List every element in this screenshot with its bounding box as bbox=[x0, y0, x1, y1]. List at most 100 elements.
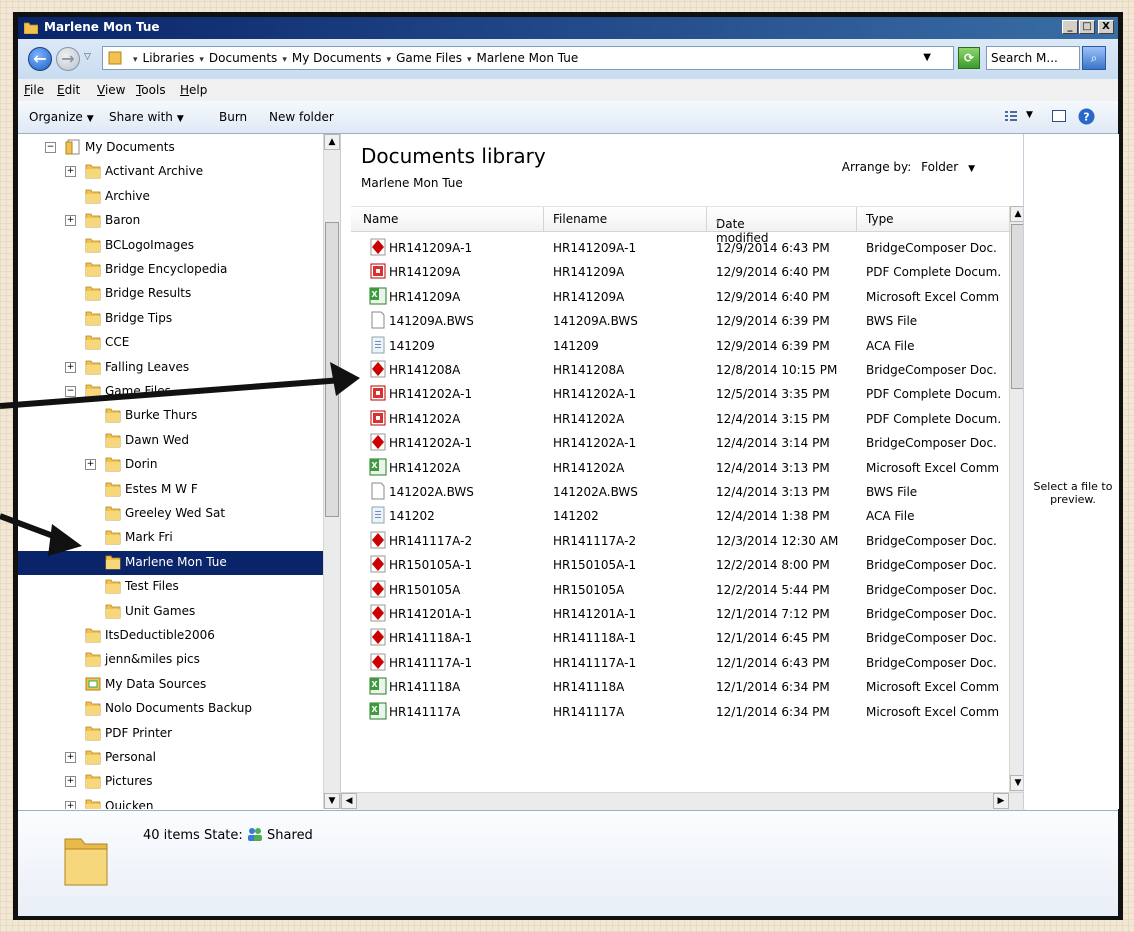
address-dropdown-arrow[interactable]: ▼ bbox=[923, 52, 931, 63]
close-button[interactable]: X bbox=[1098, 20, 1114, 34]
file-row[interactable]: HR141117A-1 HR141117A-1 12/1/2014 6:43 PM B… bbox=[351, 651, 1009, 675]
nav-item-bridge-results[interactable]: Bridge Results bbox=[18, 282, 323, 306]
maximize-button[interactable]: □ bbox=[1079, 20, 1095, 34]
nav-item-test-files[interactable]: Test Files bbox=[18, 575, 323, 599]
file-row[interactable]: 141202A.BWS 141202A.BWS 12/4/2014 3:13 PM B… bbox=[351, 480, 1009, 504]
scroll-left-arrow[interactable]: ◀ bbox=[341, 793, 357, 809]
expand-icon[interactable]: + bbox=[65, 215, 76, 227]
minimize-button[interactable]: _ bbox=[1062, 20, 1078, 34]
breadcrumb-separator-icon[interactable]: ▾ bbox=[467, 55, 472, 65]
nav-item-archive[interactable]: Archive bbox=[18, 185, 323, 209]
breadcrumb-item[interactable]: Libraries bbox=[143, 51, 195, 65]
expand-icon[interactable]: + bbox=[65, 361, 76, 373]
column-header-filename[interactable]: Filename bbox=[553, 212, 607, 226]
back-button[interactable]: ← bbox=[28, 47, 52, 71]
navigation-scrollbar[interactable]: ▲ ▼ bbox=[323, 134, 340, 809]
view-options-icon[interactable] bbox=[1003, 108, 1019, 124]
nav-item-baron[interactable]: + Baron bbox=[18, 209, 323, 233]
file-row[interactable]: X HR141118A HR141118A 12/1/2014 6:34 PM Micr… bbox=[351, 675, 1009, 699]
file-row[interactable]: HR141117A-2 HR141117A-2 12/3/2014 12:30 AM… bbox=[351, 529, 1009, 553]
scroll-up-arrow[interactable]: ▲ bbox=[324, 134, 340, 150]
nav-item-pictures[interactable]: + Pictures bbox=[18, 770, 323, 794]
file-row[interactable]: 141209A.BWS 141209A.BWS 12/9/2014 6:39 PM B… bbox=[351, 309, 1009, 333]
nav-item-bclogoimages[interactable]: BCLogoImages bbox=[18, 234, 323, 258]
preview-pane-icon[interactable] bbox=[1051, 108, 1067, 124]
arrange-by-control[interactable]: Arrange by: Folder ▼ bbox=[842, 160, 975, 174]
collapse-icon[interactable]: − bbox=[65, 386, 76, 397]
column-header-type[interactable]: Type bbox=[866, 212, 894, 226]
file-row[interactable]: HR141208A HR141208A 12/8/2014 10:15 PM Brid… bbox=[351, 358, 1009, 382]
refresh-button[interactable]: ⟳ bbox=[958, 47, 980, 69]
nav-item-cce[interactable]: CCE bbox=[18, 331, 323, 355]
title-bar[interactable]: Marlene Mon Tue _ □ X bbox=[18, 17, 1118, 39]
nav-item-bridge-tips[interactable]: Bridge Tips bbox=[18, 307, 323, 331]
organize-button[interactable]: Organize ▼ bbox=[29, 110, 94, 124]
expand-icon[interactable]: + bbox=[65, 776, 76, 788]
nav-item-dorin[interactable]: + Dorin bbox=[18, 453, 323, 477]
menu-tools[interactable]: Tools bbox=[136, 83, 166, 97]
breadcrumb-separator-icon[interactable]: ▾ bbox=[133, 55, 138, 65]
help-icon[interactable]: ? bbox=[1078, 108, 1095, 125]
file-row[interactable]: HR150105A HR150105A 12/2/2014 5:44 PM Bridg… bbox=[351, 578, 1009, 602]
file-row[interactable]: HR141209A-1 HR141209A-1 12/9/2014 6:43 PM B… bbox=[351, 236, 1009, 260]
expand-icon[interactable]: + bbox=[65, 800, 76, 809]
file-row[interactable]: X HR141202A HR141202A 12/4/2014 3:13 PM Micr… bbox=[351, 456, 1009, 480]
breadcrumb-separator-icon[interactable]: ▾ bbox=[282, 55, 287, 65]
horizontal-scrollbar[interactable]: ◀ ▶ bbox=[341, 792, 1026, 810]
nav-item-quicken[interactable]: + Quicken bbox=[18, 795, 323, 809]
menu-edit[interactable]: Edit bbox=[57, 83, 80, 97]
file-row[interactable]: HR141202A-1 HR141202A-1 12/4/2014 3:14 PM B… bbox=[351, 431, 1009, 455]
breadcrumb-item[interactable]: Marlene Mon Tue bbox=[476, 51, 578, 65]
address-field[interactable]: ▾ Libraries ▾ Documents ▾ My Documents ▾ Game F… bbox=[102, 46, 954, 70]
file-row[interactable]: HR141202A HR141202A 12/4/2014 3:15 PM PDF C… bbox=[351, 407, 1009, 431]
file-row[interactable]: X HR141209A HR141209A 12/9/2014 6:40 PM Micr… bbox=[351, 285, 1009, 309]
nav-item-dawn-wed[interactable]: Dawn Wed bbox=[18, 429, 323, 453]
breadcrumb-separator-icon[interactable]: ▾ bbox=[387, 55, 392, 65]
breadcrumb-item[interactable]: My Documents bbox=[292, 51, 382, 65]
burn-button[interactable]: Burn bbox=[219, 110, 247, 124]
scroll-thumb[interactable] bbox=[325, 222, 339, 517]
file-row[interactable]: 141202 141202 12/4/2014 1:38 PM ACA File bbox=[351, 504, 1009, 528]
nav-item-activant-archive[interactable]: + Activant Archive bbox=[18, 160, 323, 184]
nav-item-bridge-encyclopedia[interactable]: Bridge Encyclopedia bbox=[18, 258, 323, 282]
nav-item-my-documents[interactable]: − My Documents bbox=[18, 136, 323, 160]
expand-icon[interactable]: + bbox=[65, 166, 76, 178]
recent-pages-dropdown[interactable]: ▽ bbox=[84, 52, 91, 62]
breadcrumb-item[interactable]: Game Files bbox=[396, 51, 462, 65]
nav-item-falling-leaves[interactable]: + Falling Leaves bbox=[18, 356, 323, 380]
scroll-right-arrow[interactable]: ▶ bbox=[993, 793, 1009, 809]
breadcrumb-separator-icon[interactable]: ▾ bbox=[199, 55, 204, 65]
new-folder-button[interactable]: New folder bbox=[269, 110, 334, 124]
collapse-icon[interactable]: − bbox=[45, 142, 56, 153]
file-row[interactable]: X HR141117A HR141117A 12/1/2014 6:34 PM Micr… bbox=[351, 700, 1009, 724]
file-row[interactable]: HR150105A-1 HR150105A-1 12/2/2014 8:00 PM B… bbox=[351, 553, 1009, 577]
nav-item-mark-fri[interactable]: Mark Fri bbox=[18, 526, 323, 550]
file-row[interactable]: HR141118A-1 HR141118A-1 12/1/2014 6:45 PM B… bbox=[351, 626, 1009, 650]
nav-item-personal[interactable]: + Personal bbox=[18, 746, 323, 770]
nav-item-pdf-printer[interactable]: PDF Printer bbox=[18, 722, 323, 746]
menu-file[interactable]: File bbox=[24, 83, 44, 97]
file-row[interactable]: HR141209A HR141209A 12/9/2014 6:40 PM PDF C… bbox=[351, 260, 1009, 284]
expand-icon[interactable]: + bbox=[65, 752, 76, 763]
expand-icon[interactable]: + bbox=[85, 459, 96, 471]
file-row[interactable]: HR141201A-1 HR141201A-1 12/1/2014 7:12 PM B… bbox=[351, 602, 1009, 626]
chevron-down-icon[interactable]: ▼ bbox=[1026, 110, 1033, 120]
file-row[interactable]: 141209 141209 12/9/2014 6:39 PM ACA File bbox=[351, 334, 1009, 358]
nav-item-itsdeductible2006[interactable]: ItsDeductible2006 bbox=[18, 624, 323, 648]
forward-button[interactable]: → bbox=[56, 47, 80, 71]
nav-item-estes-m-w-f[interactable]: Estes M W F bbox=[18, 478, 323, 502]
share-with-button[interactable]: Share with ▼ bbox=[109, 110, 184, 124]
nav-item-game-files[interactable]: − Game Files bbox=[18, 380, 323, 404]
search-input[interactable]: Search M... bbox=[986, 46, 1080, 70]
menu-view[interactable]: View bbox=[97, 83, 125, 97]
nav-item-nolo-documents-backup[interactable]: Nolo Documents Backup bbox=[18, 697, 323, 721]
file-row[interactable]: HR141202A-1 HR141202A-1 12/5/2014 3:35 PM P… bbox=[351, 382, 1009, 406]
column-header-name[interactable]: Name bbox=[363, 212, 398, 226]
nav-item-jenn-miles-pics[interactable]: jenn&miles pics bbox=[18, 648, 323, 672]
menu-help[interactable]: Help bbox=[180, 83, 207, 97]
scroll-down-arrow[interactable]: ▼ bbox=[324, 793, 340, 809]
nav-item-unit-games[interactable]: Unit Games bbox=[18, 600, 323, 624]
nav-item-marlene-mon-tue[interactable]: Marlene Mon Tue bbox=[18, 550, 323, 575]
search-icon[interactable]: ⌕ bbox=[1082, 46, 1106, 70]
nav-item-greeley-wed-sat[interactable]: Greeley Wed Sat bbox=[18, 502, 323, 526]
